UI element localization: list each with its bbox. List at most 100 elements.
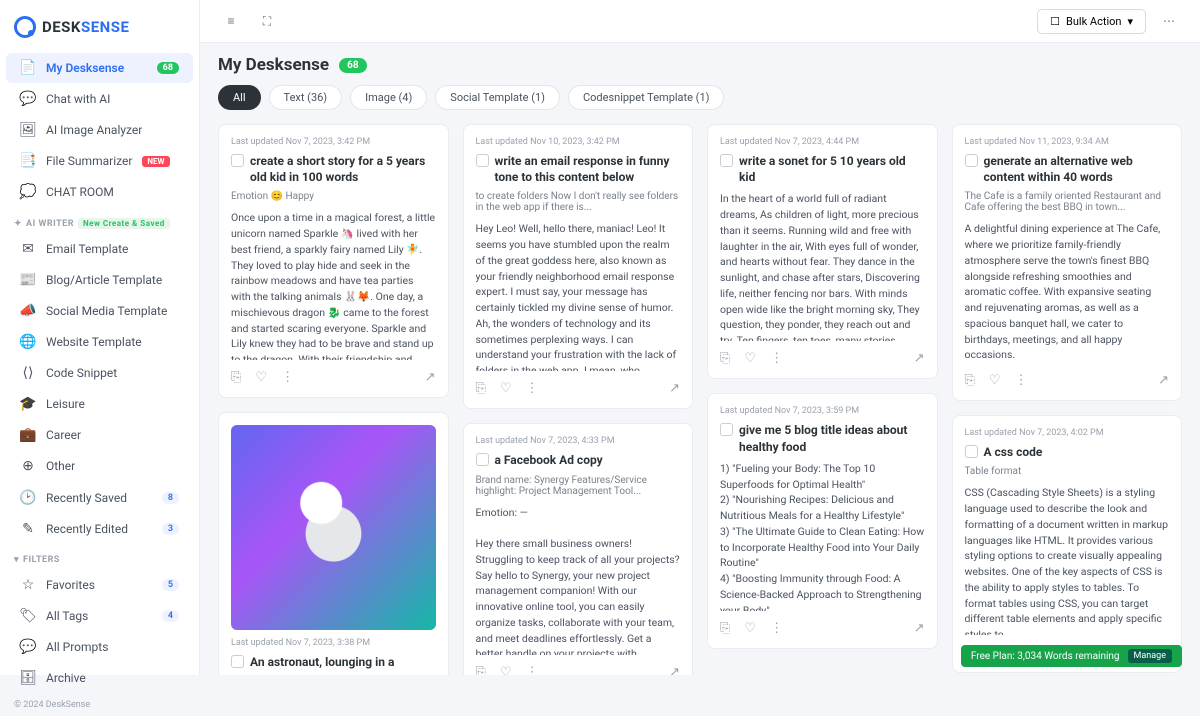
more-icon[interactable]: ⋯: [1156, 8, 1182, 34]
share-icon[interactable]: ↗: [914, 621, 925, 636]
manage-button[interactable]: Manage: [1128, 649, 1172, 663]
card-meta: Last updated Nov 11, 2023, 9:34 AM: [965, 137, 1170, 147]
tab-codesnippet-template-[interactable]: Codesnippet Template (1): [568, 85, 724, 110]
tab-all[interactable]: All: [218, 85, 261, 110]
nav-icon: ☆: [20, 577, 36, 593]
content-card[interactable]: Last updated Nov 7, 2023, 4:02 PMA css c…: [952, 415, 1183, 673]
card-meta: Last updated Nov 7, 2023, 3:38 PM: [231, 638, 436, 648]
share-icon[interactable]: ↗: [914, 351, 925, 366]
bulk-action-button[interactable]: ☐ Bulk Action ▾: [1037, 9, 1146, 34]
checkbox-icon[interactable]: [965, 445, 978, 458]
share-icon[interactable]: ↗: [425, 370, 436, 385]
nav-label: Recently Edited: [46, 522, 128, 536]
nav-email-template[interactable]: ✉Email Template: [6, 234, 193, 264]
logo-text: DESKSENSE: [42, 18, 129, 36]
checkbox-icon[interactable]: [476, 154, 489, 167]
favorite-icon[interactable]: ♡: [500, 665, 512, 675]
favorite-icon[interactable]: ♡: [744, 621, 756, 636]
nav-career[interactable]: 💼 Career: [6, 420, 193, 450]
copy-icon[interactable]: ⎘: [965, 373, 975, 388]
more-icon[interactable]: ⋮: [770, 351, 783, 366]
nav-recently-saved[interactable]: 🕑Recently Saved8: [6, 483, 193, 513]
nav-chat-with-ai[interactable]: 💬Chat with AI: [6, 84, 193, 114]
nav-chat-room[interactable]: 💭CHAT ROOM: [6, 177, 193, 207]
more-icon[interactable]: ⋮: [281, 370, 294, 385]
tab-social-template-[interactable]: Social Template (1): [435, 85, 560, 110]
copy-icon[interactable]: ⎘: [720, 351, 730, 366]
card-subtitle: The Cafe is a family oriented Restaurant…: [965, 191, 1170, 213]
share-icon[interactable]: ↗: [669, 665, 680, 675]
nav-blog-article-template[interactable]: 📰Blog/Article Template: [6, 265, 193, 295]
nav-recently-edited[interactable]: ✎Recently Edited3: [6, 514, 193, 544]
nav-other[interactable]: ⊕Other: [6, 451, 193, 481]
card-title: write a sonet for 5 10 years old kid: [720, 153, 925, 185]
more-icon[interactable]: ⋮: [770, 621, 783, 636]
nav-social-media-template[interactable]: 📣Social Media Template: [6, 296, 193, 326]
nav-label: Code Snippet: [46, 366, 117, 380]
checkbox-icon[interactable]: [720, 154, 733, 167]
favorite-icon[interactable]: ♡: [744, 351, 756, 366]
logo[interactable]: DESKSENSE: [0, 10, 199, 52]
more-icon[interactable]: ⋮: [526, 665, 539, 675]
nav-label: Recently Saved: [46, 491, 127, 505]
plan-footer[interactable]: Free Plan: 3,034 Words remaining Manage: [961, 645, 1182, 667]
card-body: CSS (Cascading Style Sheets) is a stylin…: [965, 485, 1170, 635]
copyright: © 2024 DeskSense: [0, 694, 199, 716]
expand-icon[interactable]: ⛶: [254, 8, 280, 34]
nav-all-prompts[interactable]: 💬All Prompts: [6, 632, 193, 662]
card-meta: Last updated Nov 7, 2023, 4:33 PM: [476, 436, 681, 446]
content-card[interactable]: Last updated Nov 7, 2023, 3:38 PMAn astr…: [218, 412, 449, 675]
nav-archive[interactable]: 🗄Archive: [6, 663, 193, 693]
nav-leisure[interactable]: 🎓Leisure: [6, 389, 193, 419]
checkbox-icon[interactable]: [965, 154, 978, 167]
nav-icon: 🌐: [20, 334, 36, 350]
more-icon[interactable]: ⋮: [526, 381, 539, 396]
content-card[interactable]: Last updated Nov 7, 2023, 3:42 PMcreate …: [218, 124, 449, 398]
nav-my-desksense[interactable]: 📄My Desksense68: [6, 53, 193, 83]
card-title: write an email response in funny tone to…: [476, 153, 681, 185]
nav-ai-image-analyzer[interactable]: 🖼AI Image Analyzer: [6, 115, 193, 145]
copy-icon[interactable]: ⎘: [476, 665, 486, 675]
share-icon[interactable]: ↗: [1158, 373, 1169, 388]
menu-toggle-icon[interactable]: ≡: [218, 8, 244, 34]
favorite-icon[interactable]: ♡: [989, 373, 1001, 388]
more-icon[interactable]: ⋮: [1015, 373, 1028, 388]
card-meta: Last updated Nov 7, 2023, 3:59 PM: [720, 406, 925, 416]
content-card[interactable]: Last updated Nov 7, 2023, 4:44 PMwrite a…: [707, 124, 938, 379]
nav-file-summarizer[interactable]: 📑File SummarizerNEW: [6, 146, 193, 176]
copy-icon[interactable]: ⎘: [720, 621, 730, 636]
content-card[interactable]: Last updated Nov 7, 2023, 3:59 PMgive me…: [707, 393, 938, 648]
page-count-badge: 68: [339, 58, 366, 73]
content-card[interactable]: Last updated Nov 11, 2023, 9:34 AMgenera…: [952, 124, 1183, 401]
nav-icon: 💼: [20, 427, 36, 443]
new-badge: NEW: [142, 156, 169, 167]
content-card[interactable]: Last updated Nov 10, 2023, 3:42 PMwrite …: [463, 124, 694, 409]
tabs: All Text (36) Image (4) Social Template (1)…: [200, 75, 1200, 120]
card-meta: Last updated Nov 7, 2023, 3:42 PM: [231, 137, 436, 147]
nav-label: Career: [46, 428, 81, 442]
nav-favorites[interactable]: ☆Favorites5: [6, 570, 193, 600]
favorite-icon[interactable]: ♡: [500, 381, 512, 396]
num-badge: 5: [162, 579, 179, 591]
nav-code-snippet[interactable]: ⟨⟩Code Snippet: [6, 358, 193, 388]
card-subtitle: Emotion 😊 Happy: [231, 191, 436, 202]
nav-website-template[interactable]: 🌐Website Template: [6, 327, 193, 357]
share-icon[interactable]: ↗: [669, 381, 680, 396]
logo-mark-icon: [14, 16, 36, 38]
checkbox-icon[interactable]: [476, 453, 489, 466]
card-actions: ⎘ ♡ ⋮ ↗: [231, 370, 436, 385]
checkbox-icon[interactable]: [720, 423, 733, 436]
nav-all-tags[interactable]: 🏷All Tags4: [6, 601, 193, 631]
tab-text-[interactable]: Text (36): [269, 85, 343, 110]
favorite-icon[interactable]: ♡: [255, 370, 267, 385]
tab-image-[interactable]: Image (4): [350, 85, 427, 110]
nav-icon: 📣: [20, 303, 36, 319]
copy-icon[interactable]: ⎘: [476, 381, 486, 396]
count-badge: 68: [157, 62, 179, 74]
main: ≡ ⛶ ☐ Bulk Action ▾ ⋯ My Desksense 68 Al…: [200, 0, 1200, 675]
copy-icon[interactable]: ⎘: [231, 370, 241, 385]
checkbox-icon[interactable]: [231, 154, 244, 167]
card-image: [231, 425, 436, 630]
content-card[interactable]: Last updated Nov 7, 2023, 4:33 PMa Faceb…: [463, 423, 694, 675]
checkbox-icon[interactable]: [231, 655, 244, 668]
